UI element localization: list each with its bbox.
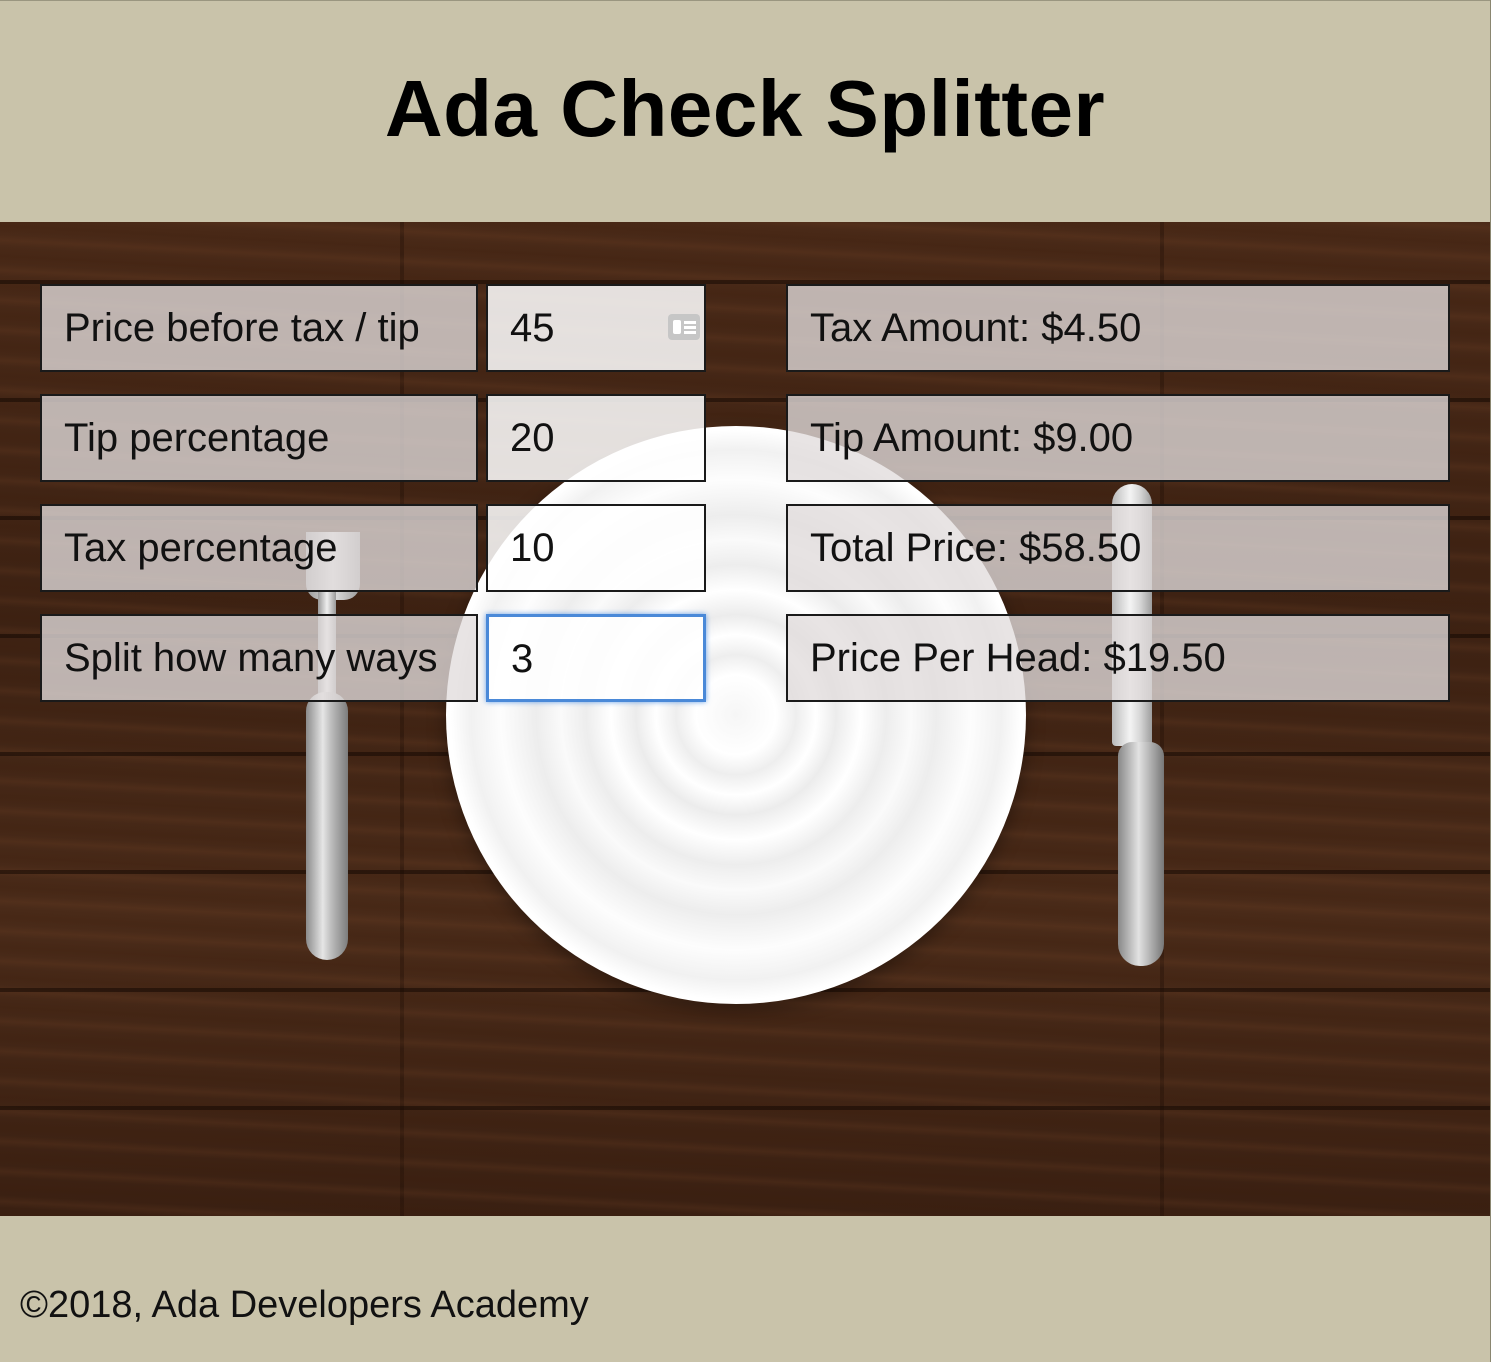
price-input[interactable]: 45 (486, 284, 706, 372)
page-header: Ada Check Splitter (0, 0, 1490, 222)
contact-card-icon[interactable] (668, 314, 700, 340)
copyright-text: ©2018, Ada Developers Academy (20, 1284, 589, 1326)
tip-percentage-input[interactable]: 20 (486, 394, 706, 482)
page-title: Ada Check Splitter (384, 64, 1106, 153)
tip-percentage-label: Tip percentage (40, 394, 478, 482)
tax-percentage-label: Tax percentage (40, 504, 478, 592)
price-input-value: 45 (510, 306, 555, 350)
total-price-result: Total Price: $58.50 (786, 504, 1450, 592)
tip-amount-result: Tip Amount: $9.00 (786, 394, 1450, 482)
split-ways-label: Split how many ways (40, 614, 478, 702)
knife-handle (1118, 742, 1164, 966)
split-ways-input[interactable]: 3 (486, 614, 706, 702)
tax-percentage-input[interactable]: 10 (486, 504, 706, 592)
tax-amount-result: Tax Amount: $4.50 (786, 284, 1450, 372)
fork-handle (306, 692, 348, 960)
page-footer: ©2018, Ada Developers Academy (0, 1216, 1490, 1362)
price-label: Price before tax / tip (40, 284, 478, 372)
window-edge (1490, 0, 1494, 1362)
price-per-head-result: Price Per Head: $19.50 (786, 614, 1450, 702)
check-splitter-panel: Price before tax / tip 45 Tax Amount: $4… (0, 222, 1490, 1216)
